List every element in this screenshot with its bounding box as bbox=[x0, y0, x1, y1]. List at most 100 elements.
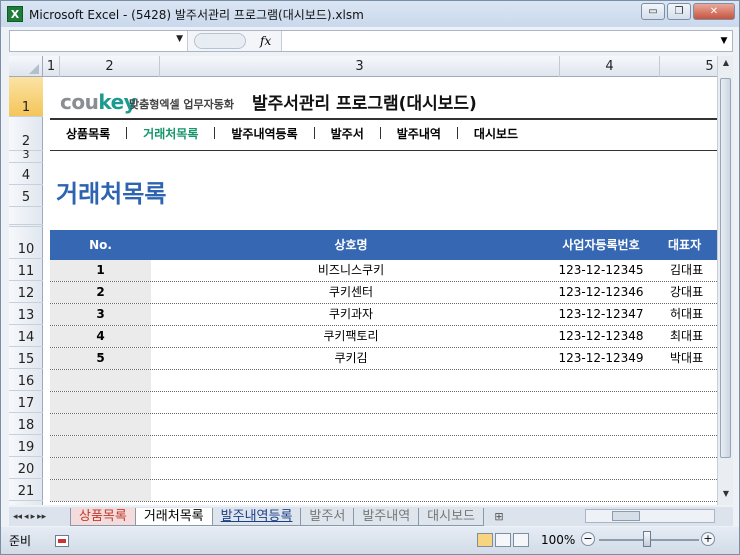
last-sheet-icon[interactable]: ▸▸ bbox=[37, 512, 46, 522]
nav-products[interactable]: 상품목록 bbox=[50, 125, 126, 142]
cell-business-number[interactable]: 123-12-12349 bbox=[551, 348, 651, 369]
row-header[interactable]: 12 bbox=[9, 281, 43, 303]
header-representative[interactable]: 대표자 bbox=[668, 230, 717, 260]
cell-company[interactable]: 쿠키과자 bbox=[151, 304, 551, 325]
cell-business-number[interactable]: 123-12-12348 bbox=[551, 326, 651, 347]
row-header[interactable]: 18 bbox=[9, 413, 43, 435]
select-all-corner[interactable] bbox=[9, 56, 43, 77]
macro-record-icon[interactable] bbox=[55, 534, 70, 547]
nav-order-entry[interactable]: 발주내역등록 bbox=[215, 125, 313, 142]
cell-no[interactable]: 5 bbox=[50, 348, 151, 369]
col-header[interactable]: 4 bbox=[560, 56, 660, 77]
row-header[interactable]: 4 bbox=[9, 163, 43, 185]
cell-business-number[interactable]: 123-12-12346 bbox=[551, 282, 651, 303]
row-header[interactable]: 1 bbox=[9, 77, 43, 117]
table-row[interactable] bbox=[50, 458, 717, 480]
vertical-scroll-thumb[interactable] bbox=[720, 78, 731, 458]
cell-no[interactable]: 2 bbox=[50, 282, 151, 303]
cell-company[interactable]: 쿠키센터 bbox=[151, 282, 551, 303]
row-header[interactable]: 15 bbox=[9, 347, 43, 369]
table-row[interactable]: 2 쿠키센터 123-12-12346 강대표 bbox=[50, 282, 717, 304]
restore-button[interactable]: ❐ bbox=[667, 3, 691, 20]
prev-sheet-icon[interactable]: ◂ bbox=[24, 512, 29, 522]
header-business-number[interactable]: 사업자등록번호 bbox=[551, 230, 651, 260]
table-row[interactable] bbox=[50, 414, 717, 436]
nav-purchase-order[interactable]: 발주서 bbox=[315, 125, 380, 142]
cell-representative[interactable]: 박대표 bbox=[670, 348, 717, 369]
first-sheet-icon[interactable]: ◂◂ bbox=[13, 512, 22, 522]
row-header[interactable]: 10 bbox=[9, 227, 43, 259]
row-header[interactable]: 3 bbox=[9, 148, 43, 163]
col-header[interactable]: 5 bbox=[660, 56, 717, 77]
row-header[interactable]: 5 bbox=[9, 185, 43, 207]
row-header[interactable]: 16 bbox=[9, 369, 43, 391]
cell-representative[interactable]: 최대표 bbox=[670, 326, 717, 347]
cell-no[interactable]: 1 bbox=[50, 260, 151, 281]
scroll-up-icon[interactable]: ▲ bbox=[718, 58, 734, 72]
expand-formula-bar-icon[interactable]: ▼ bbox=[716, 31, 732, 51]
col-header[interactable]: 3 bbox=[160, 56, 560, 77]
vertical-scrollbar[interactable]: ▲ ▼ bbox=[717, 56, 733, 505]
normal-view-icon[interactable] bbox=[477, 533, 493, 547]
header-no[interactable]: No. bbox=[50, 230, 151, 260]
excel-app-icon[interactable]: X bbox=[7, 6, 23, 22]
tab-dashboard[interactable]: 대시보드 bbox=[418, 507, 484, 526]
formula-toggle-handle[interactable] bbox=[194, 33, 246, 49]
zoom-level[interactable]: 100% bbox=[541, 533, 575, 547]
cell-representative[interactable]: 허대표 bbox=[670, 304, 717, 325]
page-layout-view-icon[interactable] bbox=[495, 533, 511, 547]
no-cell-shade bbox=[50, 414, 151, 435]
nav-order-history[interactable]: 발주내역 bbox=[381, 125, 457, 142]
insert-function-button[interactable]: fx bbox=[260, 34, 271, 48]
table-row[interactable] bbox=[50, 370, 717, 392]
chevron-down-icon[interactable]: ▼ bbox=[176, 34, 183, 44]
cell-no[interactable]: 4 bbox=[50, 326, 151, 347]
table-row[interactable] bbox=[50, 480, 717, 502]
row-header[interactable]: 13 bbox=[9, 303, 43, 325]
row-header[interactable]: 11 bbox=[9, 259, 43, 281]
minimize-button[interactable]: ▭ bbox=[641, 3, 665, 20]
col-header[interactable]: 2 bbox=[60, 56, 160, 77]
row-header[interactable]: 14 bbox=[9, 325, 43, 347]
row-header[interactable]: 17 bbox=[9, 391, 43, 413]
nav-dashboard[interactable]: 대시보드 bbox=[458, 125, 534, 142]
cell-company[interactable]: 비즈니스쿠키 bbox=[151, 260, 551, 281]
table-row[interactable]: 3 쿠키과자 123-12-12347 허대표 bbox=[50, 304, 717, 326]
table-row[interactable]: 5 쿠키김 123-12-12349 박대표 bbox=[50, 348, 717, 370]
formula-input[interactable] bbox=[282, 31, 716, 51]
horizontal-scroll-thumb[interactable] bbox=[612, 511, 640, 521]
cell-representative[interactable]: 김대표 bbox=[670, 260, 717, 281]
header-company[interactable]: 상호명 bbox=[151, 230, 551, 260]
name-box[interactable]: ▼ bbox=[10, 31, 188, 51]
table-row[interactable] bbox=[50, 392, 717, 414]
cell-company[interactable]: 쿠키김 bbox=[151, 348, 551, 369]
cell-no[interactable]: 3 bbox=[50, 304, 151, 325]
cell-business-number[interactable]: 123-12-12347 bbox=[551, 304, 651, 325]
page-break-view-icon[interactable] bbox=[513, 533, 529, 547]
row-header[interactable]: 19 bbox=[9, 435, 43, 457]
tab-products[interactable]: 상품목록 bbox=[70, 507, 136, 526]
nav-clients[interactable]: 거래처목록 bbox=[127, 125, 214, 142]
cell-company[interactable]: 쿠키팩토리 bbox=[151, 326, 551, 347]
tab-clients[interactable]: 거래처목록 bbox=[134, 507, 213, 526]
col-header[interactable]: 1 bbox=[43, 56, 60, 77]
tab-purchase-order[interactable]: 발주서 bbox=[300, 507, 355, 526]
insert-sheet-icon[interactable]: ⊞ bbox=[488, 509, 510, 525]
row-header[interactable]: 20 bbox=[9, 457, 43, 479]
table-row[interactable]: 4 쿠키팩토리 123-12-12348 최대표 bbox=[50, 326, 717, 348]
cell-representative[interactable]: 강대표 bbox=[670, 282, 717, 303]
close-button[interactable]: ✕ bbox=[693, 3, 735, 20]
zoom-out-button[interactable]: − bbox=[581, 532, 595, 546]
scroll-down-icon[interactable]: ▼ bbox=[718, 489, 734, 503]
next-sheet-icon[interactable]: ▸ bbox=[31, 512, 36, 522]
tab-order-history[interactable]: 발주내역 bbox=[353, 507, 420, 526]
tab-order-entry[interactable]: 발주내역등록 bbox=[211, 507, 302, 526]
row-header[interactable]: 21 bbox=[9, 479, 43, 501]
cell-business-number[interactable]: 123-12-12345 bbox=[551, 260, 651, 281]
zoom-in-button[interactable]: + bbox=[701, 532, 715, 546]
horizontal-scrollbar[interactable] bbox=[585, 509, 715, 523]
table-row[interactable] bbox=[50, 436, 717, 458]
table-row[interactable]: 1 비즈니스쿠키 123-12-12345 김대표 bbox=[50, 260, 717, 282]
row-header[interactable]: 2 bbox=[9, 117, 43, 151]
zoom-slider-thumb[interactable] bbox=[643, 531, 651, 547]
